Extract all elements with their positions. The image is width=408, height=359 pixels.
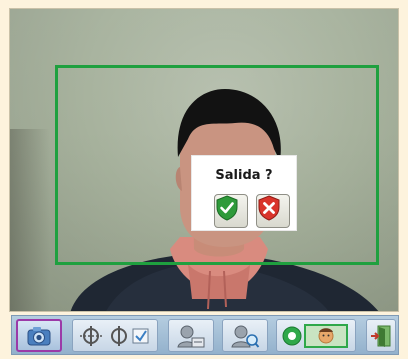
face-search-icon	[231, 325, 260, 348]
dialog-title: Salida ?	[215, 168, 273, 183]
live-recognition-button[interactable]	[276, 319, 356, 352]
camera-capture-button[interactable]	[16, 319, 62, 352]
face-search-button[interactable]	[222, 319, 268, 352]
face-database-icon	[177, 325, 205, 347]
compare-faces-icon	[80, 325, 149, 346]
confirm-exit-button[interactable]	[214, 194, 248, 228]
exit-confirm-dialog: Salida ?	[191, 155, 297, 231]
exit-button[interactable]	[366, 319, 396, 352]
x-shield-icon	[258, 195, 280, 221]
exit-door-icon	[371, 325, 391, 347]
face-database-button[interactable]	[168, 319, 214, 352]
check-shield-icon	[216, 195, 238, 221]
live-recognition-icon	[282, 323, 348, 348]
camera-capture-icon	[27, 326, 51, 345]
compare-faces-button[interactable]	[72, 319, 158, 352]
camera-feed: Salida ?	[9, 8, 399, 312]
cancel-exit-button[interactable]	[256, 194, 290, 228]
app-window: Salida ?	[0, 0, 408, 359]
bottom-toolbar	[11, 315, 399, 355]
